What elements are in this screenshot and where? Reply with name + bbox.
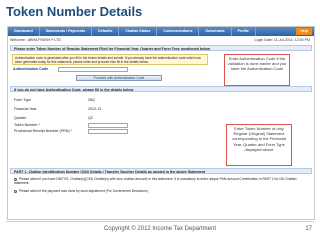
option-nil-challan-text: Please select if you have DB/TXS, Challa… <box>14 177 297 186</box>
nav-profile[interactable]: Profile <box>232 27 256 36</box>
callout-token-number: Enter Token Number of only Regular (Orig… <box>226 124 292 166</box>
radio-icon[interactable] <box>14 189 17 193</box>
slide-footer: Copyright © 2012 Income Tax Department 1… <box>0 222 320 236</box>
slide-title: Token Number Details <box>6 4 143 19</box>
page-number: 17 <box>305 226 312 232</box>
section-heading-challan-details: PART 1. Challan Identification Number (C… <box>10 168 312 174</box>
welcome-text: Welcome : ABHA FINISH P LTD <box>10 38 61 42</box>
form-type-value: 26Q <box>88 98 95 102</box>
option-nil-challan[interactable]: Please select if you have DB/TXS, Challa… <box>14 177 306 186</box>
help-button[interactable]: Help <box>296 28 312 35</box>
quarter-row: Quarter Q3 <box>14 115 93 121</box>
footer-copyright: Copyright © 2012 Income Tax Department <box>103 226 217 232</box>
login-date: Login Date: 11-Jul-2014, 12:40 PM <box>254 38 310 42</box>
token-number-input[interactable] <box>88 122 128 128</box>
section-heading-no-auth-code: If you do not have Authentication Code, … <box>10 86 312 92</box>
quarter-label: Quarter <box>14 116 27 120</box>
financial-year-value: 2012-13 <box>88 107 102 111</box>
main-nav-bar: Dashboard Statements / Payments Defaults… <box>8 27 314 36</box>
proceed-with-authentication-code-button[interactable]: Proceed with Authentication Code <box>76 75 162 81</box>
token-number-label: Token Number * <box>14 123 40 127</box>
screenshot-panel: Dashboard Statements / Payments Defaults… <box>7 26 315 220</box>
financial-year-label: Financial Year <box>14 107 37 111</box>
nav-defaults[interactable]: Defaults <box>92 27 120 36</box>
nav-communications[interactable]: Communications <box>157 27 200 36</box>
prn-row: Provisional Receipt Number (PRN) * <box>14 128 72 134</box>
nav-statements-payments[interactable]: Statements / Payments <box>40 27 93 36</box>
financial-year-row: Financial Year 2012-13 <box>14 106 101 112</box>
option-book-adjustment-text: Please select if the payment was done by… <box>19 189 148 193</box>
welcome-bar: Welcome : ABHA FINISH P LTD Login Date: … <box>10 37 312 44</box>
authentication-info-box: Authentication code is generated after y… <box>12 54 208 65</box>
authentication-code-label: Authentication Code <box>13 67 49 71</box>
prn-label: Provisional Receipt Number (PRN) * <box>14 129 72 133</box>
nav-dashboard[interactable]: Dashboard <box>8 27 40 36</box>
form-type-label: Form Type <box>14 98 32 102</box>
nav-challan-status[interactable]: Challan Status <box>119 27 158 36</box>
callout-authentication-code: Enter Authentication Code if the validat… <box>224 54 290 86</box>
prn-input[interactable] <box>88 128 128 134</box>
nav-downloads[interactable]: Downloads <box>199 27 232 36</box>
option-book-adjustment[interactable]: Please select if the payment was done by… <box>14 189 306 193</box>
quarter-value: Q3 <box>88 116 93 120</box>
authentication-code-input[interactable] <box>58 67 128 72</box>
radio-icon[interactable] <box>14 177 17 181</box>
form-type-row: Form Type 26Q <box>14 97 95 103</box>
section-heading-token-entry: Please enter Token Number of Regular Sta… <box>10 45 312 51</box>
